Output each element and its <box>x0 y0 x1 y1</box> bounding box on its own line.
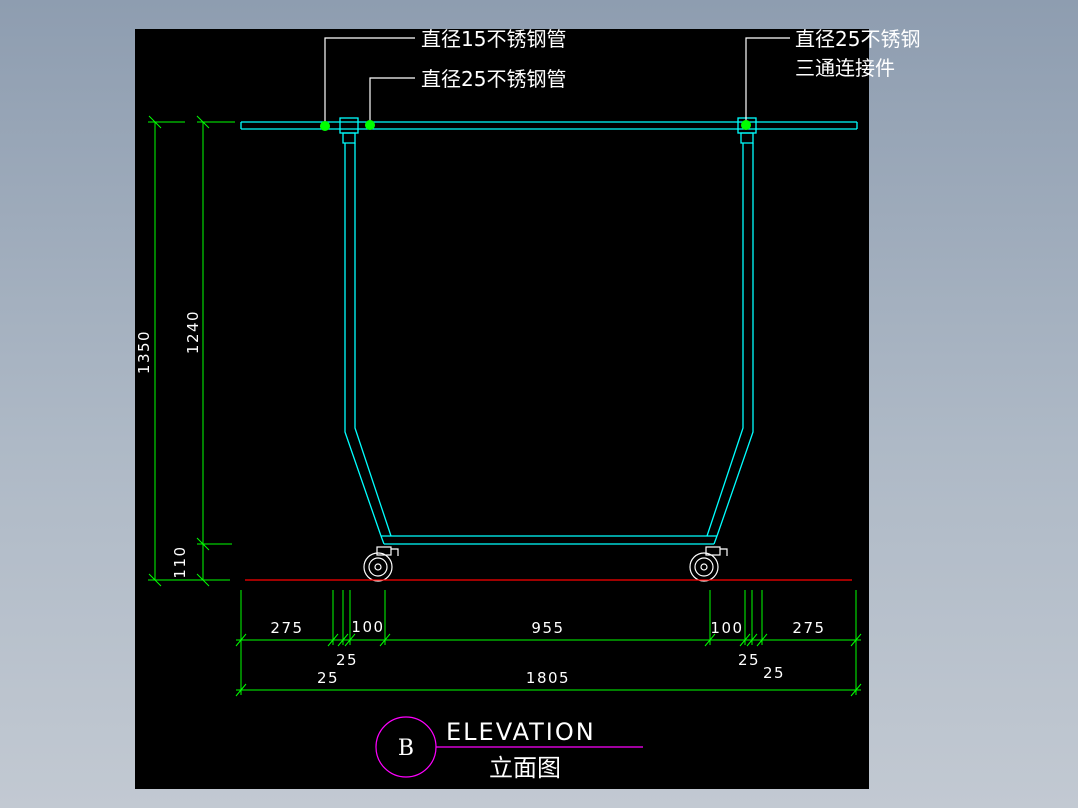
dim-center-span: 955 <box>531 619 564 637</box>
dim-total-height: 1350 <box>135 330 153 374</box>
dim-right-gap-a: 25 <box>738 651 760 669</box>
dim-right-overhang: 275 <box>792 619 825 637</box>
label-pipe15: 直径15不锈钢管 <box>421 27 566 51</box>
dim-left-gap-a: 25 <box>317 669 339 687</box>
leader-dot-pipe15 <box>320 121 330 131</box>
dim-right-gap-b: 25 <box>763 664 785 682</box>
dim-left-overhang: 275 <box>270 619 303 637</box>
title-english: ELEVATION <box>446 718 596 746</box>
model-canvas <box>135 29 869 789</box>
dim-left-100: 100 <box>351 618 384 636</box>
label-tee-line2: 三通连接件 <box>795 56 895 80</box>
dim-total-width: 1805 <box>526 669 570 687</box>
leader-dot-tee <box>741 120 751 130</box>
dim-frame-height: 1240 <box>184 310 202 354</box>
label-tee-line1: 直径25不锈钢 <box>795 27 920 51</box>
cad-drawing: 直径15不锈钢管 直径25不锈钢管 直径25不锈钢 三通连接件 1350 124… <box>135 27 920 789</box>
dim-caster-height: 110 <box>171 545 189 578</box>
leader-dot-pipe25 <box>365 120 375 130</box>
dim-left-gap-b: 25 <box>336 651 358 669</box>
title-chinese: 立面图 <box>489 754 561 782</box>
title-mark: B <box>398 736 414 761</box>
dim-right-100: 100 <box>710 619 743 637</box>
label-pipe25: 直径25不锈钢管 <box>421 67 566 91</box>
